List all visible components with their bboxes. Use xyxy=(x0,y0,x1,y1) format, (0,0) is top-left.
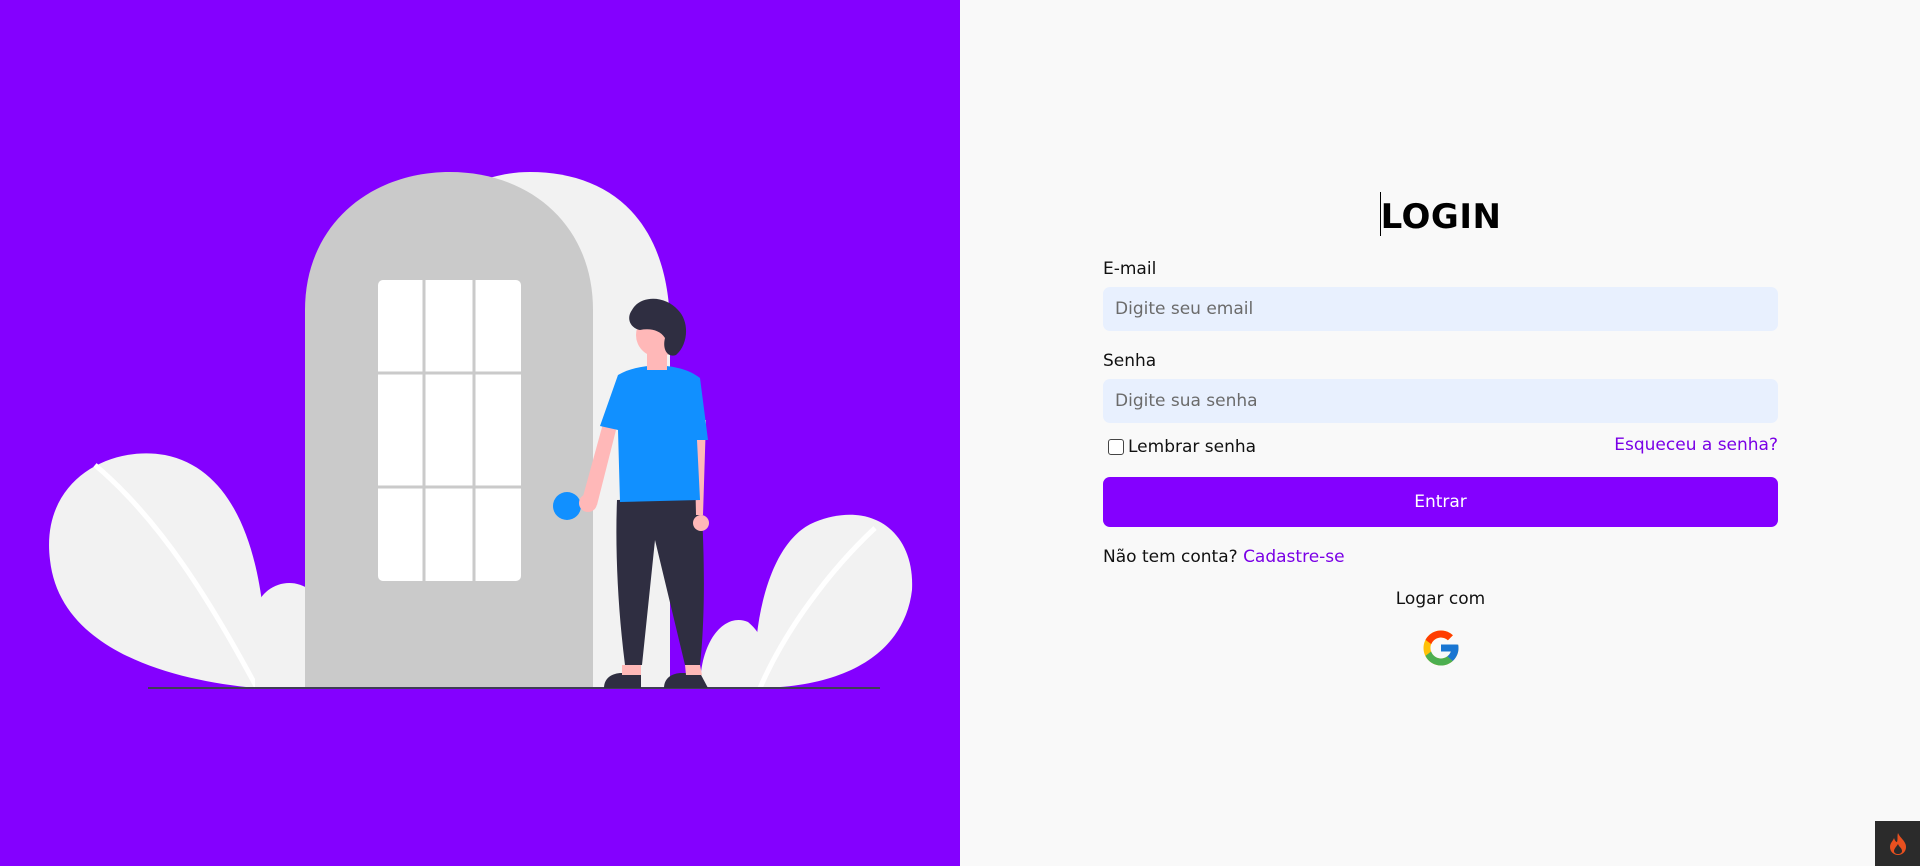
password-label: Senha xyxy=(1103,351,1157,371)
password-group: Senha xyxy=(1103,351,1778,423)
options-row: Lembrar senha Esqueceu a senha? xyxy=(1103,435,1778,457)
corner-widget[interactable] xyxy=(1875,821,1920,866)
page-title-text: LOGIN xyxy=(1380,197,1502,237)
social-login-label: Logar com xyxy=(1395,589,1486,609)
flame-icon xyxy=(1889,832,1906,855)
forgot-password-link[interactable]: Esqueceu a senha? xyxy=(1614,435,1778,455)
remember-label: Lembrar senha xyxy=(1128,437,1257,457)
password-input[interactable] xyxy=(1103,379,1778,423)
login-page: LOGIN E-mail Senha Lembrar senha Esquece… xyxy=(0,0,1920,866)
signup-prompt: Não tem conta? xyxy=(1103,547,1238,567)
login-form: LOGIN E-mail Senha Lembrar senha Esquece… xyxy=(1103,192,1778,669)
email-input[interactable] xyxy=(1103,287,1778,331)
remember-checkbox[interactable] xyxy=(1108,439,1124,455)
login-button[interactable]: Entrar xyxy=(1103,477,1778,527)
login-panel: LOGIN E-mail Senha Lembrar senha Esquece… xyxy=(960,0,1920,866)
remember-password[interactable]: Lembrar senha xyxy=(1103,437,1256,457)
email-group: E-mail xyxy=(1103,259,1778,331)
person-at-door-illustration xyxy=(49,172,913,690)
illustration-panel xyxy=(0,0,960,866)
google-icon[interactable] xyxy=(1420,627,1462,669)
signup-link[interactable]: Cadastre-se xyxy=(1243,547,1345,567)
social-login-options xyxy=(1103,627,1778,669)
page-title: LOGIN xyxy=(1103,192,1778,237)
signup-row: Não tem conta? Cadastre-se xyxy=(1103,547,1778,567)
email-label: E-mail xyxy=(1103,259,1157,279)
